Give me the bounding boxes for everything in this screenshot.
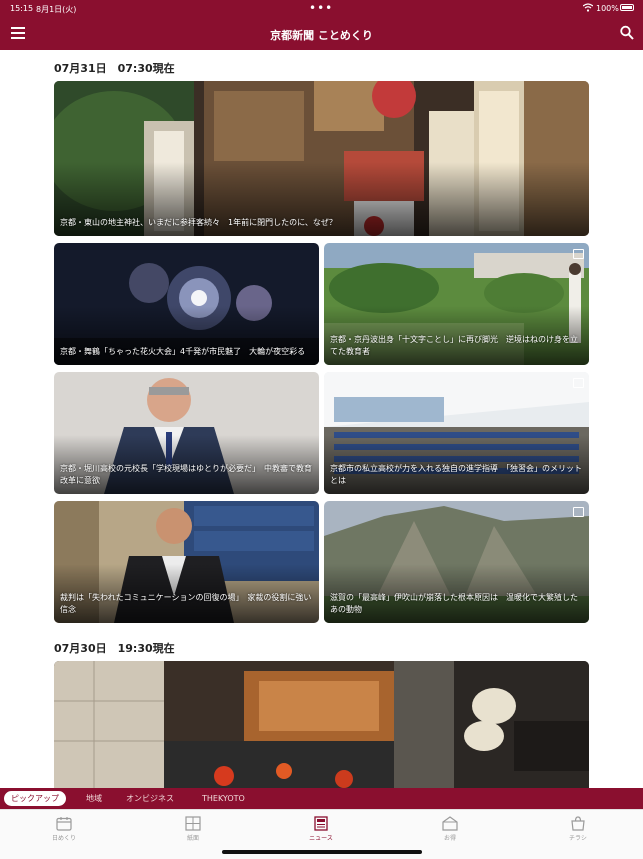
article-caption: 裁判は「失われたコミュニケーションの回復の場」 家裁の役割に強い信念 <box>60 593 312 614</box>
article-card-featured[interactable] <box>54 661 589 791</box>
nav-label: チラシ <box>569 835 587 842</box>
article-card[interactable]: 滋賀の「最高峰」伊吹山が崩落した根本原因は 温暖化で大繁殖したあの動物 <box>324 501 589 623</box>
gallery-icon <box>573 378 584 388</box>
news-icon <box>314 816 328 831</box>
article-card[interactable]: 京都・舞鶴「ちゃった花火大会」4千発が市民魅了 大輪が夜空彩る <box>54 243 319 365</box>
nav-label: お得 <box>443 835 456 842</box>
nav-himekuri[interactable]: 日めくり <box>34 816 94 842</box>
tab-thekyoto[interactable]: THEKYOTO <box>202 791 245 806</box>
multitask-dots-icon[interactable]: ••• <box>309 1 333 15</box>
home-indicator[interactable] <box>222 850 422 854</box>
category-tab-bar: ピックアップ 地域 オンビジネス THEKYOTO <box>0 788 643 809</box>
tab-pickup[interactable]: ピックアップ <box>4 791 66 806</box>
article-card[interactable]: 京都・堀川高校の元校長「学校現場はゆとりが必要だ」 中教審で教育改革に意欲 <box>54 372 319 494</box>
newspaper-icon <box>185 816 201 831</box>
article-card[interactable]: 京都・京丹波出身「十文字ことし」に再び脚光 逆境はねのけ身を立てた教育者 <box>324 243 589 365</box>
article-card[interactable]: 裁判は「失われたコミュニケーションの回復の場」 家裁の役割に強い信念 <box>54 501 319 623</box>
wifi-icon <box>583 3 593 12</box>
nav-shimen[interactable]: 紙面 <box>163 816 223 842</box>
article-photo <box>54 661 589 791</box>
tab-on-business[interactable]: オンビジネス <box>126 791 174 806</box>
ticket-icon <box>442 816 458 831</box>
nav-chirashi[interactable]: チラシ <box>548 816 608 842</box>
article-caption: 京都・堀川高校の元校長「学校現場はゆとりが必要だ」 中教審で教育改革に意欲 <box>60 464 312 485</box>
navigation-bar: 京都新聞 ことめくり <box>0 18 643 50</box>
search-icon[interactable] <box>620 25 634 41</box>
article-caption: 京都・舞鶴「ちゃった花火大会」4千発が市民魅了 大輪が夜空彩る <box>60 347 306 356</box>
status-bar: 15:15 8月1日(火) ••• 100% <box>0 0 643 18</box>
section-heading: 07月31日 07:30現在 <box>54 62 175 75</box>
nav-label: 日めくり <box>51 835 76 842</box>
status-time: 15:15 <box>10 4 34 13</box>
article-caption: 京都・東山の地主神社、いまだに参拝客続々 1年前に閉門したのに、なぜ？ <box>60 218 337 227</box>
article-caption: 滋賀の「最高峰」伊吹山が崩落した根本原因は 温暖化で大繁殖したあの動物 <box>330 593 578 614</box>
tab-region[interactable]: 地域 <box>86 791 102 806</box>
nav-label: ニュース <box>309 835 333 842</box>
nav-label: 紙面 <box>186 835 199 842</box>
article-caption: 京都・京丹波出身「十文字ことし」に再び脚光 逆境はねのけ身を立てた教育者 <box>330 335 578 356</box>
app-title: 京都新聞 ことめくり <box>270 29 373 42</box>
status-date: 8月1日(火) <box>36 5 77 14</box>
nav-news[interactable]: ニュース <box>291 816 351 842</box>
section-heading: 07月30日 19:30現在 <box>54 642 175 655</box>
article-card[interactable]: 京都市の私立高校が力を入れる独自の進学指導 「独習会」のメリットとは <box>324 372 589 494</box>
flyer-bag-icon <box>571 816 585 831</box>
article-caption: 京都市の私立高校が力を入れる独自の進学指導 「独習会」のメリットとは <box>330 464 582 485</box>
gallery-icon <box>573 507 584 517</box>
article-card-featured[interactable]: 京都・東山の地主神社、いまだに参拝客続々 1年前に閉門したのに、なぜ？ <box>54 81 589 236</box>
gallery-icon <box>573 249 584 259</box>
nav-otoku[interactable]: お得 <box>420 816 480 842</box>
battery-icon <box>620 4 634 11</box>
battery-percent: 100% <box>596 4 619 13</box>
calendar-icon <box>56 817 72 831</box>
